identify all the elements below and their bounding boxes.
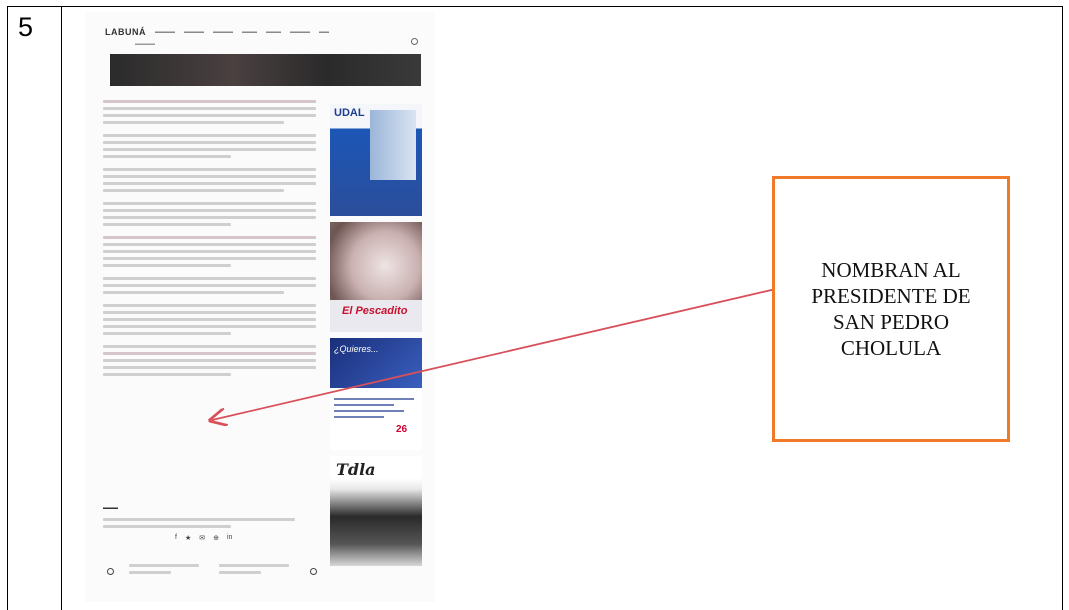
annotation-text: NOMBRAN AL PRESIDENTE DE SAN PEDRO CHOLU… [811,258,971,360]
annotation-box: NOMBRAN AL PRESIDENTE DE SAN PEDRO CHOLU… [772,176,1010,442]
